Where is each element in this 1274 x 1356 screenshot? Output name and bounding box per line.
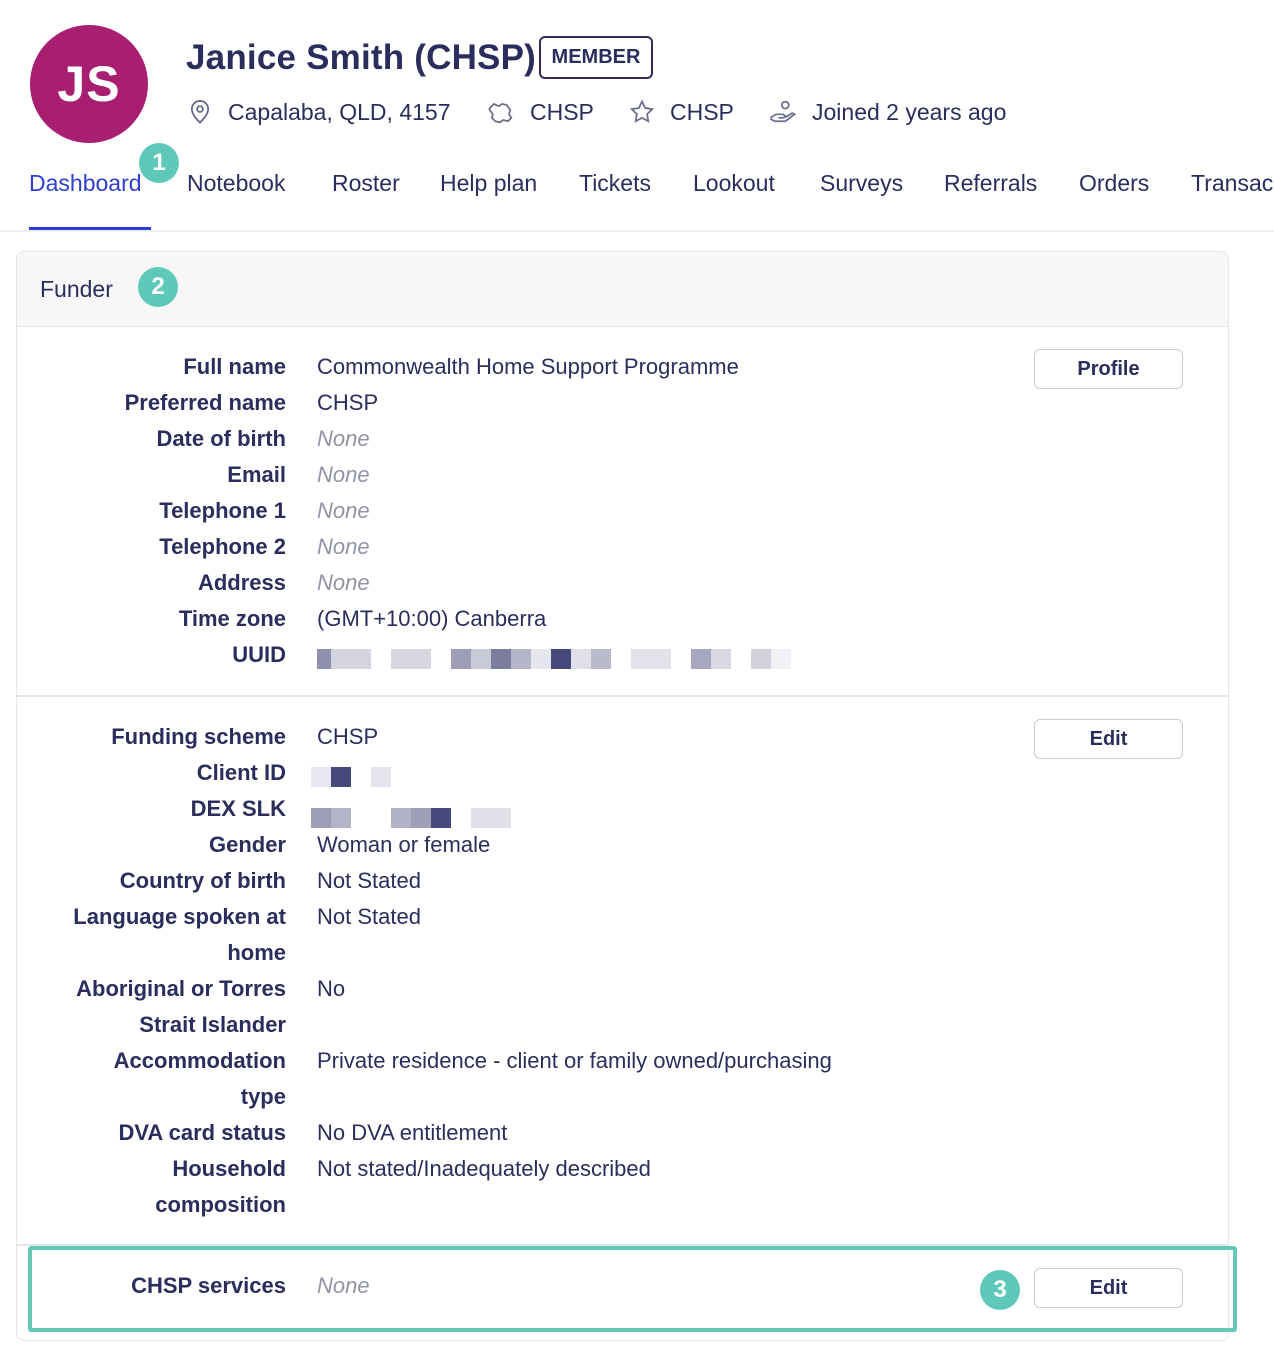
hand-user-icon (769, 100, 797, 123)
tab-bar: Dashboard Notebook Roster Help plan Tick… (0, 160, 1274, 230)
joined-text: Joined 2 years ago (812, 98, 1007, 125)
country-of-birth-value: Not Stated (317, 868, 421, 893)
accommodation-label-line2: type (240, 1084, 286, 1109)
telephone2-value: None (317, 534, 370, 559)
funder-card: Funder Full name Commonwealth Home Suppo… (16, 251, 1229, 1341)
accommodation-label-line1: Accommodation (113, 1048, 286, 1073)
card-title: Funder (40, 276, 113, 302)
tab-help-plan[interactable]: Help plan (440, 170, 537, 197)
funding-scheme-value: CHSP (317, 724, 379, 749)
region-text: CHSP (530, 98, 594, 125)
tab-roster[interactable]: Roster (332, 170, 400, 197)
telephone1-value: None (317, 498, 370, 523)
gender-value: Woman or female (317, 832, 491, 857)
card-header: Funder (17, 252, 1228, 327)
profile-button[interactable]: Profile (1034, 349, 1183, 389)
star-icon (629, 99, 655, 123)
timezone-value: (GMT+10:00) Canberra (317, 606, 547, 631)
uuid-label: UUID (232, 642, 286, 667)
telephone2-label: Telephone 2 (159, 534, 286, 559)
household-label-line2: composition (155, 1192, 286, 1217)
household-value: Not stated/Inadequately described (317, 1156, 651, 1181)
accommodation-value: Private residence - client or family own… (317, 1048, 832, 1073)
tab-bar-border (0, 230, 1274, 232)
language-label-line2: home (227, 940, 286, 965)
full-name-label: Full name (183, 354, 286, 379)
aboriginal-value: No (317, 976, 346, 1001)
tab-lookout[interactable]: Lookout (693, 170, 775, 197)
region-info: CHSP (486, 96, 594, 128)
avatar: JS (30, 25, 148, 143)
dob-label: Date of birth (156, 426, 286, 451)
language-value: Not Stated (317, 904, 421, 929)
edit-funding-button[interactable]: Edit (1034, 719, 1183, 759)
client-name: Janice Smith (CHSP) (186, 38, 536, 77)
map-region-icon (488, 102, 513, 124)
tab-orders[interactable]: Orders (1079, 170, 1149, 197)
location-pin-icon (190, 100, 210, 124)
email-label: Email (227, 462, 286, 487)
dob-value: None (317, 426, 370, 451)
dva-card-value: No DVA entitlement (317, 1120, 508, 1145)
member-badge: MEMBER (539, 36, 653, 79)
address-value: None (317, 570, 370, 595)
tab-notebook[interactable]: Notebook (187, 170, 285, 197)
tab-surveys[interactable]: Surveys (820, 170, 903, 197)
location-text: Capalaba, QLD, 4157 (228, 98, 451, 125)
aboriginal-label-line2: Strait Islander (139, 1012, 286, 1037)
dex-slk-label: DEX SLK (190, 796, 286, 821)
tab-referrals[interactable]: Referrals (944, 170, 1037, 197)
telephone1-label: Telephone 1 (159, 498, 286, 523)
funder-text: CHSP (670, 98, 734, 125)
location-info: Capalaba, QLD, 4157 (186, 96, 451, 128)
funder-info: CHSP (628, 96, 734, 128)
full-name-value: Commonwealth Home Support Programme (317, 354, 739, 379)
gender-label: Gender (208, 832, 286, 857)
tab-tickets[interactable]: Tickets (579, 170, 651, 197)
dva-card-label: DVA card status (118, 1120, 287, 1145)
address-label: Address (197, 570, 286, 595)
joined-info: Joined 2 years ago (768, 96, 1006, 128)
chsp-services-highlight (28, 1246, 1237, 1332)
country-of-birth-label: Country of birth (119, 868, 286, 893)
aboriginal-label-line1: Aboriginal or Torres (76, 976, 286, 1001)
timezone-label: Time zone (178, 606, 286, 631)
client-id-label: Client ID (196, 760, 286, 785)
tab-dashboard[interactable]: Dashboard (29, 170, 142, 197)
section-divider (17, 695, 1228, 697)
preferred-name-label: Preferred name (124, 390, 286, 415)
callout-badge-1: 1 (139, 143, 179, 183)
callout-badge-3: 3 (980, 1270, 1020, 1310)
email-value: None (317, 462, 370, 487)
callout-badge-2: 2 (138, 267, 178, 307)
language-label-line1: Language spoken at (73, 904, 286, 929)
household-label-line1: Household (172, 1156, 286, 1181)
funding-scheme-label: Funding scheme (111, 724, 286, 749)
preferred-name-value: CHSP (317, 390, 379, 415)
tab-transactions[interactable]: Transac (1191, 170, 1273, 197)
